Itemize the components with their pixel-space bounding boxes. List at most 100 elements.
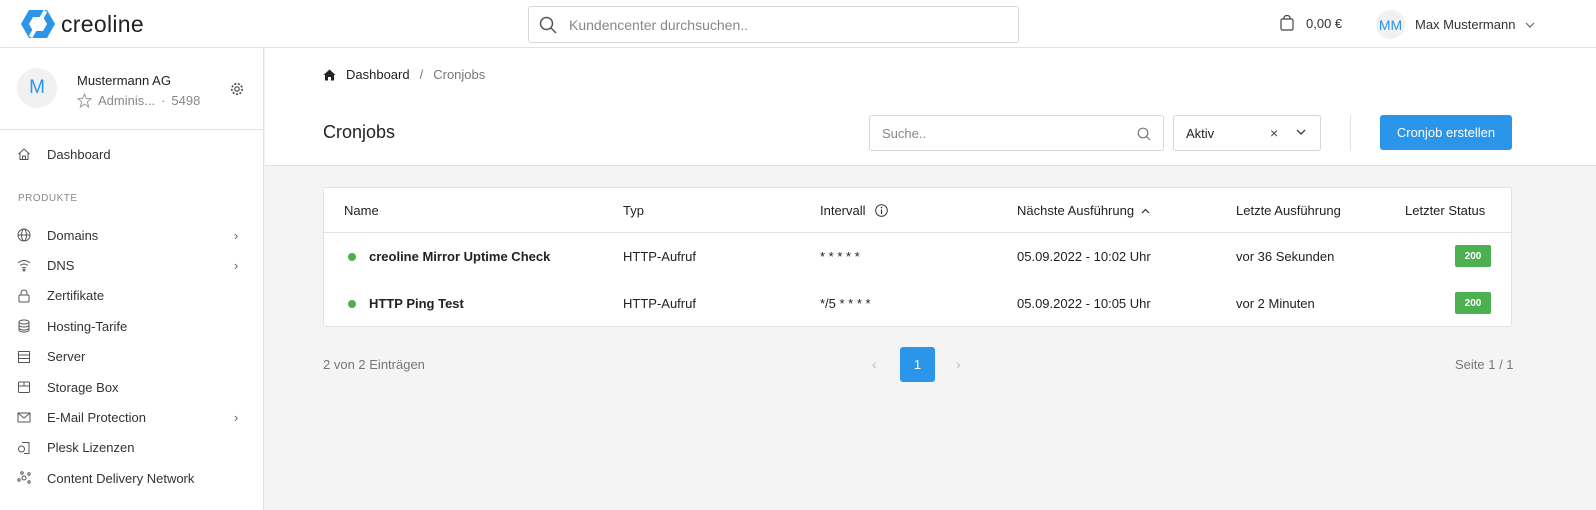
- table-row[interactable]: creoline Mirror Uptime Check HTTP-Aufruf…: [324, 233, 1511, 280]
- logo-text: creoline: [61, 10, 144, 37]
- active-status-dot: [348, 253, 356, 261]
- sort-ascending-icon[interactable]: [1141, 208, 1150, 214]
- page-button-1[interactable]: 1: [900, 347, 935, 382]
- chevron-down-icon: [1525, 22, 1535, 28]
- page-header: Dashboard / Cronjobs Cronjobs Suche.. Ak…: [265, 48, 1596, 166]
- global-search-input[interactable]: Kundencenter durchsuchen..: [528, 6, 1019, 43]
- logo[interactable]: creoline: [21, 9, 144, 39]
- sidebar-item-label: Dashboard: [47, 146, 111, 162]
- sidebar: M Mustermann AG Adminis... · 5498 Dashbo…: [0, 48, 264, 510]
- sidebar-item-content-delivery-network[interactable]: Content Delivery Network: [0, 464, 264, 492]
- column-header-last-status[interactable]: Letzter Status: [1405, 188, 1485, 233]
- sidebar-item-label: Hosting-Tarife: [47, 318, 128, 334]
- network-icon: [17, 471, 31, 484]
- page-title: Cronjobs: [323, 122, 396, 142]
- sidebar-item-hosting-tarife[interactable]: Hosting-Tarife: [0, 312, 264, 340]
- column-header-name[interactable]: Name: [344, 188, 379, 233]
- cell-name[interactable]: creoline Mirror Uptime Check: [369, 233, 550, 280]
- account-name: Mustermann AG: [77, 73, 171, 88]
- sidebar-item-label: Domains: [47, 227, 99, 243]
- cart-total: 0,00 €: [1306, 15, 1343, 31]
- column-header-last-run[interactable]: Letzte Ausführung: [1236, 188, 1341, 233]
- gear-icon[interactable]: [230, 82, 244, 96]
- user-avatar: MM: [1376, 10, 1405, 39]
- star-icon[interactable]: [77, 93, 92, 108]
- column-header-type[interactable]: Typ: [623, 188, 644, 233]
- chevron-down-icon[interactable]: [1296, 129, 1306, 135]
- sidebar-item-storage-box[interactable]: Storage Box: [0, 373, 264, 401]
- mail-icon: [17, 412, 31, 423]
- sidebar-item-label: E-Mail Protection: [47, 409, 146, 425]
- status-filter-select[interactable]: Aktiv ×: [1173, 115, 1321, 151]
- sidebar-item-label: Storage Box: [47, 379, 119, 395]
- topbar: creoline Kundencenter durchsuchen.. 0,00…: [0, 0, 1596, 48]
- sidebar-item-dashboard[interactable]: Dashboard: [0, 140, 264, 168]
- active-status-dot: [348, 300, 356, 308]
- sidebar-item-server[interactable]: Server: [0, 343, 264, 371]
- chevron-right-icon: ›: [234, 409, 239, 425]
- cart-button[interactable]: 0,00 €: [1280, 15, 1342, 31]
- sidebar-item-label: Server: [47, 349, 86, 365]
- sidebar-item-label: Content Delivery Network: [47, 470, 195, 486]
- license-icon: [18, 441, 30, 454]
- database-icon: [18, 319, 30, 333]
- search-placeholder: Suche..: [882, 125, 927, 141]
- wifi-icon: [17, 260, 31, 272]
- shopping-bag-icon: [1280, 15, 1294, 31]
- info-icon[interactable]: [874, 204, 888, 217]
- breadcrumb-dashboard[interactable]: Dashboard: [346, 67, 410, 82]
- status-badge: 200: [1455, 292, 1491, 314]
- box-icon: [18, 381, 30, 393]
- lock-icon: [18, 289, 30, 303]
- cell-type: HTTP-Aufruf: [623, 249, 696, 264]
- cell-name[interactable]: HTTP Ping Test: [369, 280, 464, 327]
- cronjobs-table: Name Typ Intervall Nächste Ausführung Le…: [323, 187, 1512, 327]
- sidebar-item-label: DNS: [47, 257, 75, 273]
- sidebar-item-e-mail-protection[interactable]: E-Mail Protection ›: [0, 403, 264, 431]
- breadcrumb-current: Cronjobs: [433, 67, 486, 82]
- entries-count: 2 von 2 Einträgen: [323, 357, 425, 372]
- home-icon[interactable]: [323, 69, 336, 81]
- clear-filter-icon[interactable]: ×: [1270, 125, 1278, 141]
- cell-last-run: vor 36 Sekunden: [1236, 249, 1335, 264]
- global-search-placeholder: Kundencenter durchsuchen..: [569, 16, 749, 33]
- prev-page-button[interactable]: ‹: [872, 356, 877, 372]
- sidebar-item-plesk-lizenzen[interactable]: Plesk Lizenzen: [0, 434, 264, 462]
- next-page-button[interactable]: ›: [956, 356, 961, 372]
- cell-interval: */5 * * * *: [820, 296, 871, 311]
- chevron-right-icon: ›: [234, 257, 239, 273]
- column-header-interval[interactable]: Intervall: [820, 188, 888, 233]
- column-header-next-run-label: Nächste Ausführung: [1017, 203, 1135, 218]
- account-number: 5498: [171, 93, 201, 108]
- sidebar-item-domains[interactable]: Domains ›: [0, 221, 264, 249]
- column-header-next-run[interactable]: Nächste Ausführung: [1017, 188, 1150, 233]
- cell-next-run: 05.09.2022 - 10:05 Uhr: [1017, 296, 1151, 311]
- user-menu[interactable]: MM Max Mustermann: [1376, 10, 1535, 39]
- cell-interval: * * * * *: [820, 249, 860, 264]
- cronjob-search-input[interactable]: Suche..: [869, 115, 1164, 151]
- server-icon: [18, 350, 30, 363]
- account-role: Adminis...: [98, 93, 156, 108]
- cell-type: HTTP-Aufruf: [623, 296, 696, 311]
- create-cronjob-button[interactable]: Cronjob erstellen: [1380, 115, 1512, 150]
- account-separator: ·: [161, 93, 166, 108]
- search-icon: [539, 16, 557, 34]
- status-filter-value: Aktiv: [1186, 125, 1215, 141]
- account-panel: M Mustermann AG Adminis... · 5498: [0, 48, 263, 130]
- user-name: Max Mustermann: [1415, 17, 1516, 32]
- page-info: Seite 1 / 1: [1455, 357, 1514, 372]
- chevron-right-icon: ›: [234, 227, 239, 243]
- creoline-logo-icon: [21, 10, 55, 38]
- sidebar-item-dns[interactable]: DNS ›: [0, 251, 264, 279]
- status-badge: 200: [1455, 245, 1491, 267]
- divider: [1350, 115, 1351, 151]
- breadcrumb-separator: /: [419, 67, 424, 82]
- sidebar-item-label: Plesk Lizenzen: [47, 440, 135, 456]
- sidebar-item-zertifikate[interactable]: Zertifikate: [0, 282, 264, 310]
- cell-next-run: 05.09.2022 - 10:02 Uhr: [1017, 249, 1151, 264]
- account-meta: Adminis... · 5498: [77, 93, 200, 108]
- home-icon: [18, 148, 30, 160]
- sidebar-item-label: Zertifikate: [47, 288, 105, 304]
- sidebar-section-title: PRODUKTE: [18, 193, 78, 204]
- table-row[interactable]: HTTP Ping Test HTTP-Aufruf */5 * * * * 0…: [324, 280, 1511, 327]
